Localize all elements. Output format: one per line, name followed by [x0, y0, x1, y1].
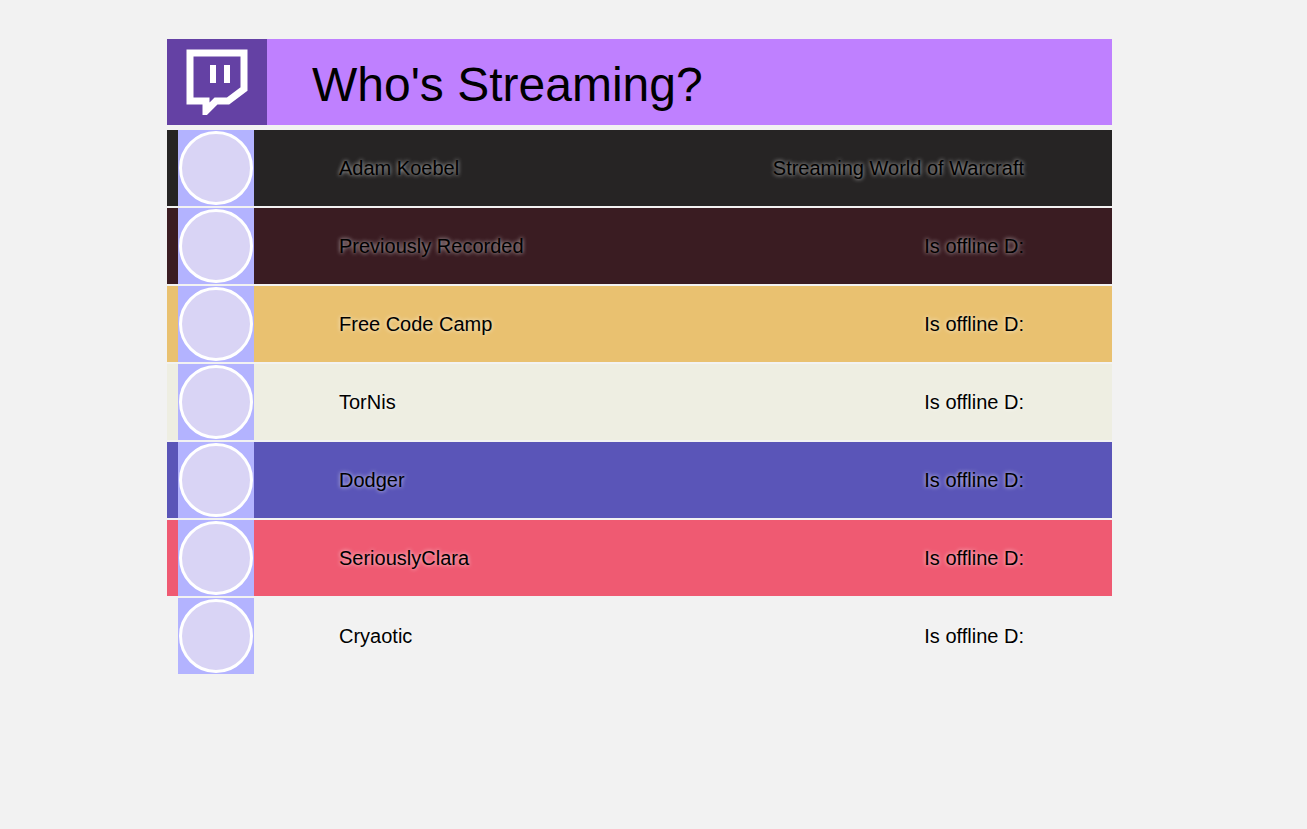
offline-status: Is offline D:	[924, 231, 1112, 261]
streamer-row[interactable]: Previously Recorded Is offline D:	[167, 208, 1112, 284]
offline-status: Is offline D:	[924, 621, 1112, 651]
avatar-icon	[179, 287, 253, 361]
streamer-row[interactable]: Cryaotic Is offline D:	[167, 598, 1112, 674]
avatar-icon	[179, 599, 253, 673]
avatar-cell	[178, 286, 254, 362]
streamer-name[interactable]: Free Code Camp	[339, 309, 492, 339]
streamer-row[interactable]: TorNis Is offline D:	[167, 364, 1112, 440]
streamer-name[interactable]: SeriouslyClara	[339, 543, 469, 573]
avatar-icon	[179, 365, 253, 439]
avatar-cell	[178, 442, 254, 518]
twitch-logo-icon	[186, 49, 248, 115]
online-status: Streaming World of Warcraft	[773, 153, 1112, 183]
streamer-name[interactable]: Cryaotic	[339, 621, 412, 651]
avatar-cell	[178, 598, 254, 674]
streamer-list: Adam Koebel Streaming World of Warcraft Pr…	[167, 130, 1112, 674]
offline-status: Is offline D:	[924, 465, 1112, 495]
logo-box	[167, 39, 267, 125]
header-title: Who's Streaming?	[312, 55, 703, 109]
streamer-name[interactable]: Adam Koebel	[339, 153, 459, 183]
avatar-cell	[178, 364, 254, 440]
offline-status: Is offline D:	[924, 309, 1112, 339]
avatar-icon	[179, 209, 253, 283]
avatar-icon	[179, 131, 253, 205]
streamer-row[interactable]: Dodger Is offline D:	[167, 442, 1112, 518]
header: Who's Streaming?	[167, 39, 1112, 125]
streamer-name[interactable]: Previously Recorded	[339, 231, 524, 261]
streamer-row[interactable]: Adam Koebel Streaming World of Warcraft	[167, 130, 1112, 206]
offline-status: Is offline D:	[924, 543, 1112, 573]
avatar-cell	[178, 130, 254, 206]
avatar-cell	[178, 208, 254, 284]
app-container: Who's Streaming? Adam Koebel Streaming Wor…	[167, 39, 1112, 674]
offline-status: Is offline D:	[924, 387, 1112, 417]
avatar-cell	[178, 520, 254, 596]
streamer-name[interactable]: Dodger	[339, 465, 405, 495]
streamer-row[interactable]: SeriouslyClara Is offline D:	[167, 520, 1112, 596]
streamer-row[interactable]: Free Code Camp Is offline D:	[167, 286, 1112, 362]
avatar-icon	[179, 521, 253, 595]
avatar-icon	[179, 443, 253, 517]
page: Who's Streaming? Adam Koebel Streaming Wor…	[0, 0, 1307, 829]
streamer-name[interactable]: TorNis	[339, 387, 396, 417]
